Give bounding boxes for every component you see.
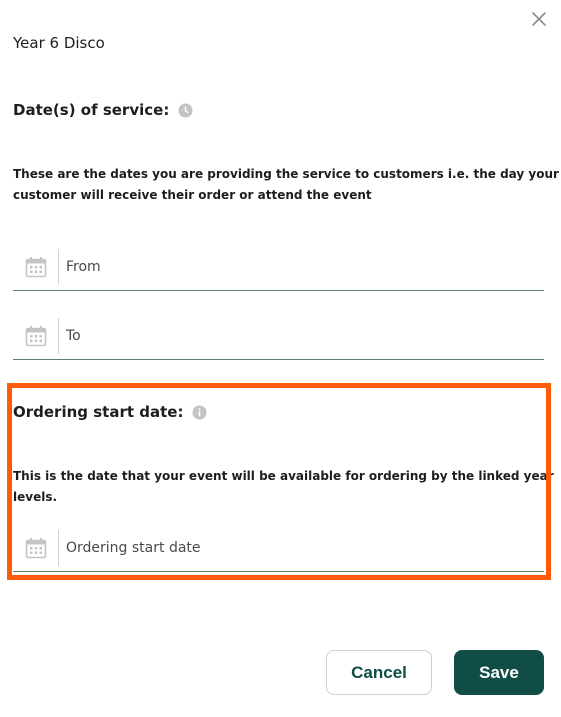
- from-date-input[interactable]: From: [59, 259, 101, 275]
- close-button[interactable]: [529, 9, 549, 29]
- calendar-icon[interactable]: [13, 529, 59, 566]
- calendar-icon[interactable]: [13, 317, 59, 354]
- close-icon[interactable]: [531, 11, 547, 27]
- to-date-field[interactable]: To: [13, 312, 544, 360]
- from-date-field[interactable]: From: [13, 243, 544, 291]
- calendar-icon[interactable]: [13, 248, 59, 285]
- service-dates-label-row: Date(s) of service:: [13, 101, 193, 119]
- ordering-start-label: Ordering start date:: [13, 403, 184, 421]
- dialog: Year 6 Disco Date(s) of service: These a…: [0, 0, 561, 717]
- service-dates-description: These are the dates you are providing th…: [13, 164, 559, 206]
- ordering-start-description: This is the date that your event will be…: [13, 469, 554, 504]
- service-dates-label: Date(s) of service:: [13, 101, 170, 119]
- dialog-title: Year 6 Disco: [13, 34, 105, 52]
- to-date-input[interactable]: To: [59, 328, 81, 344]
- ordering-start-date-input[interactable]: Ordering start date: [59, 540, 201, 556]
- save-button[interactable]: Save: [454, 650, 544, 695]
- clock-icon[interactable]: [178, 102, 193, 118]
- service-dates-description-line1: These are the dates you are providing th…: [13, 167, 559, 181]
- ordering-start-date-field[interactable]: Ordering start date: [13, 524, 544, 572]
- service-dates-description-line2: customer will receive their order or att…: [13, 188, 372, 202]
- ordering-start-label-row: Ordering start date:: [13, 403, 207, 421]
- cancel-button[interactable]: Cancel: [326, 650, 432, 695]
- info-icon[interactable]: [192, 404, 207, 420]
